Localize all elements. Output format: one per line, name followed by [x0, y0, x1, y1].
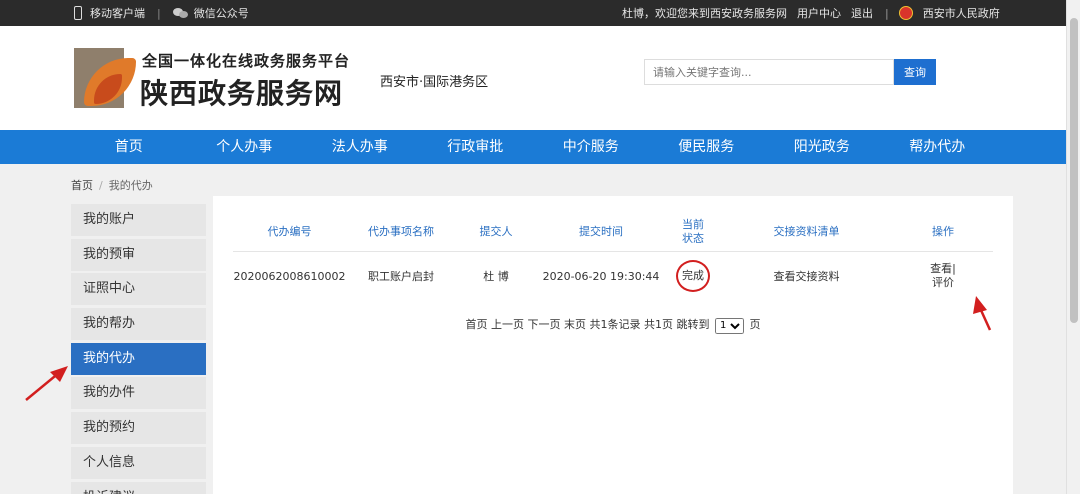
phone-icon [74, 6, 82, 20]
sidebar-item-help[interactable]: 我的帮办 [71, 308, 206, 341]
sidebar-item-proxy[interactable]: 我的代办 [71, 342, 206, 375]
logout-link[interactable]: 退出 [851, 5, 873, 21]
breadcrumb-current: 我的代办 [108, 179, 153, 192]
scrollbar-thumb[interactable] [1070, 18, 1078, 323]
main-nav: 首页 个人办事 法人办事 行政审批 中介服务 便民服务 阳光政务 帮办代办 [0, 130, 1066, 164]
pagination: 首页 上一页 下一页 末页 共1条记录 共1页 跳转到 1 页 [213, 316, 1013, 334]
wechat-icon [172, 7, 189, 19]
top-bar: 移动客户端 | 微信公众号 杜博，欢迎您来到西安政务服务网 用户中心 退出 | … [0, 0, 1066, 26]
sidebar-item-complaints[interactable]: 投诉建议 [71, 481, 206, 494]
site-subtitle: 全国一体化在线政务服务平台 [142, 52, 351, 70]
pager-next[interactable]: 下一页 [528, 318, 561, 331]
col-header-status: 当前状态 [666, 214, 720, 252]
mobile-client-link[interactable]: 移动客户端 [74, 5, 145, 21]
pager-prev[interactable]: 上一页 [491, 318, 524, 331]
site-header: 全国一体化在线政务服务平台 陕西政务服务网 西安市·国际港务区 查询 [0, 26, 1066, 130]
nav-convenience[interactable]: 便民服务 [649, 130, 765, 164]
table-row: 2020062008610002 职工账户启封 杜 博 2020-06-20 1… [233, 251, 993, 301]
nav-personal[interactable]: 个人办事 [187, 130, 303, 164]
col-header-name: 代办事项名称 [346, 214, 456, 252]
status-badge: 完成 [676, 260, 710, 293]
nav-home[interactable]: 首页 [71, 130, 187, 164]
sidebar-item-cases[interactable]: 我的办件 [71, 377, 206, 410]
emblem-icon [898, 6, 913, 20]
sidebar-item-account[interactable]: 我的账户 [71, 204, 206, 236]
sidebar-item-appointments[interactable]: 我的预约 [71, 412, 206, 445]
gov-link[interactable]: 西安市人民政府 [923, 5, 1000, 21]
pager-total-pages: 共1页 [644, 318, 673, 331]
cell-submitter: 杜 博 [483, 270, 509, 284]
pager-unit: 页 [749, 318, 761, 331]
nav-agency[interactable]: 中介服务 [533, 130, 649, 164]
sidebar-item-prereview[interactable]: 我的预审 [71, 238, 206, 271]
page-select[interactable]: 1 [715, 317, 744, 334]
col-header-id: 代办编号 [233, 214, 346, 252]
pager-jump-label: 跳转到 [676, 318, 710, 331]
col-header-time: 提交时间 [536, 214, 666, 252]
site-title: 陕西政务服务网 [140, 77, 344, 110]
nav-legal[interactable]: 法人办事 [302, 130, 418, 164]
site-logo[interactable] [74, 48, 136, 110]
search-button[interactable]: 查询 [894, 59, 936, 85]
col-header-materials: 交接资料清单 [720, 214, 893, 252]
pager-total-records: 共1条记录 [589, 318, 641, 331]
wechat-label: 微信公众号 [193, 7, 249, 20]
pager-last[interactable]: 末页 [564, 318, 586, 331]
breadcrumb-home[interactable]: 首页 [71, 177, 93, 193]
pager-first[interactable]: 首页 [466, 318, 488, 331]
mobile-client-label: 移动客户端 [90, 7, 145, 20]
sidebar-item-certificates[interactable]: 证照中心 [71, 273, 206, 306]
welcome-text: 杜博，欢迎您来到西安政务服务网 [622, 7, 787, 20]
cell-name: 职工账户启封 [368, 270, 434, 284]
sidebar: 我的账户 我的预审 证照中心 我的帮办 我的代办 我的办件 我的预约 个人信息 … [71, 204, 206, 494]
col-header-ops: 操作 [893, 214, 993, 252]
user-center-link[interactable]: 用户中心 [797, 5, 841, 21]
annotation-arrow-sidebar [25, 366, 68, 401]
nav-proxy[interactable]: 帮办代办 [880, 130, 996, 164]
view-link[interactable]: 查看| [893, 262, 993, 276]
cell-id: 2020062008610002 [233, 269, 346, 283]
nav-sunshine[interactable]: 阳光政务 [764, 130, 880, 164]
nav-approval[interactable]: 行政审批 [418, 130, 534, 164]
breadcrumb: 首页 / 我的代办 [71, 177, 153, 193]
region-label[interactable]: 西安市·国际港务区 [380, 71, 488, 90]
sidebar-item-profile[interactable]: 个人信息 [71, 446, 206, 479]
page-scrollbar[interactable] [1066, 0, 1080, 494]
main-panel: 代办编号 代办事项名称 提交人 提交时间 当前状态 交接资料清单 操作 2020… [213, 196, 1013, 494]
proxy-table: 代办编号 代办事项名称 提交人 提交时间 当前状态 交接资料清单 操作 2020… [233, 214, 993, 301]
cell-time: 2020-06-20 19:30:44 [542, 269, 660, 283]
search-input[interactable] [644, 59, 894, 85]
rate-link[interactable]: 评价 [893, 276, 993, 290]
view-materials-link[interactable]: 查看交接资料 [720, 251, 893, 301]
wechat-link[interactable]: 微信公众号 [172, 5, 249, 21]
col-header-submitter: 提交人 [456, 214, 536, 252]
